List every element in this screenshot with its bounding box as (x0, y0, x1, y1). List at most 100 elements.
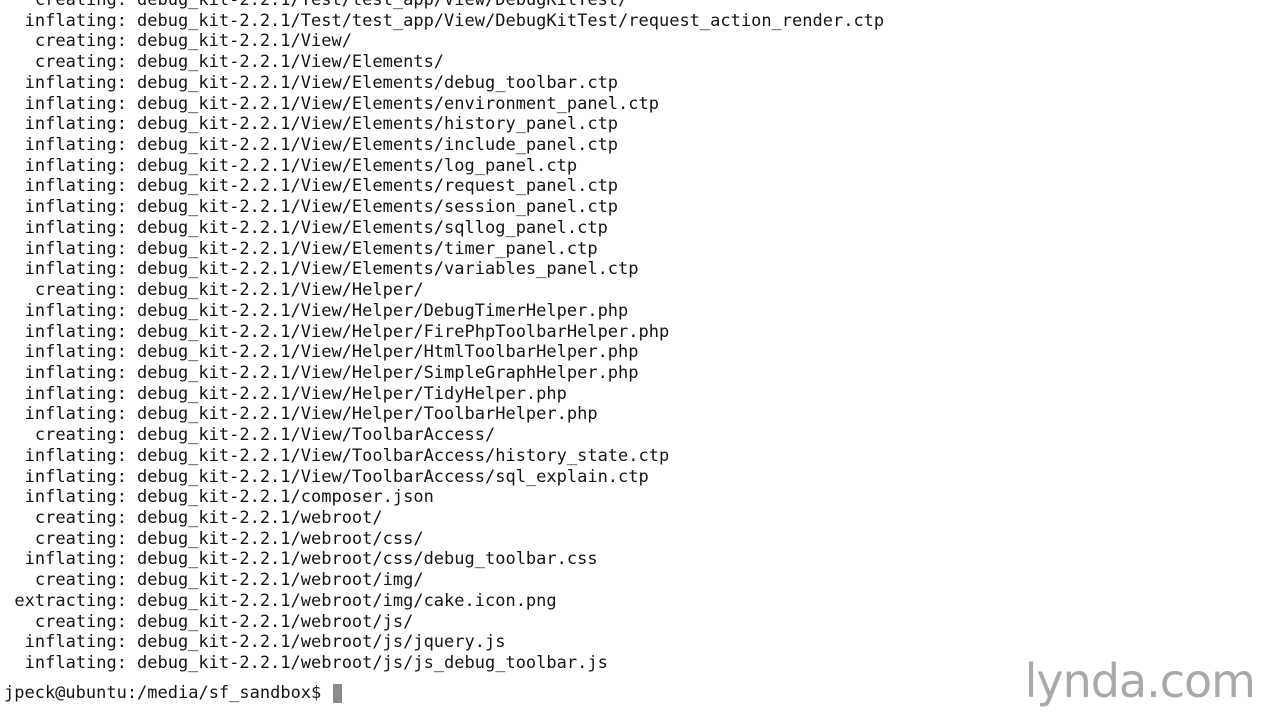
terminal-output-line: creating: debug_kit-2.2.1/View/ (0, 31, 884, 52)
terminal-output-line: inflating: debug_kit-2.2.1/View/Helper/To… (0, 404, 884, 425)
line-path: debug_kit-2.2.1/webroot/css/debug_toolba… (137, 549, 598, 570)
line-path: debug_kit-2.2.1/webroot/img/ (137, 570, 424, 591)
line-action: inflating: (24, 10, 127, 31)
terminal-output-line: creating: debug_kit-2.2.1/webroot/ (0, 508, 884, 529)
terminal-output-line: inflating: debug_kit-2.2.1/View/Elements/… (0, 259, 884, 280)
terminal-output-line: inflating: debug_kit-2.2.1/webroot/js/jqu… (0, 632, 884, 653)
terminal-output-line: inflating: debug_kit-2.2.1/View/ToolbarAc… (0, 467, 884, 488)
line-action: inflating: (24, 321, 127, 342)
terminal-output-line: inflating: debug_kit-2.2.1/View/Elements/… (0, 73, 884, 94)
line-action: creating: (34, 0, 127, 10)
line-action: extracting: (14, 590, 127, 611)
line-path: debug_kit-2.2.1/View/Helper/HtmlToolbarH… (137, 342, 639, 363)
line-action: inflating: (24, 238, 127, 259)
terminal-output-line: inflating: debug_kit-2.2.1/webroot/css/de… (0, 549, 884, 570)
line-action: inflating: (24, 445, 127, 466)
line-path: debug_kit-2.2.1/View/ (137, 31, 352, 52)
line-action: inflating: (24, 72, 127, 93)
line-action: inflating: (24, 653, 127, 673)
line-path: debug_kit-2.2.1/View/Elements/variables_… (137, 259, 639, 280)
line-path: debug_kit-2.2.1/webroot/js/jquery.js (137, 632, 506, 653)
line-path: debug_kit-2.2.1/View/ToolbarAccess/histo… (137, 445, 670, 466)
terminal-window[interactable]: creating: debug_kit-2.2.1/Test/test_app/V… (0, 0, 1279, 720)
terminal-output-line: inflating: debug_kit-2.2.1/View/Helper/Si… (0, 363, 884, 384)
terminal-output: creating: debug_kit-2.2.1/Test/test_app/V… (0, 0, 884, 684)
line-action: creating: (34, 611, 127, 632)
line-path: debug_kit-2.2.1/View/Elements/history_pa… (137, 114, 619, 135)
line-path: debug_kit-2.2.1/View/Elements/timer_pane… (137, 238, 598, 259)
terminal-output-line: inflating: debug_kit-2.2.1/View/Elements/… (0, 218, 884, 239)
line-action: inflating: (24, 93, 127, 114)
line-path: debug_kit-2.2.1/webroot/css/ (137, 528, 424, 549)
line-action: inflating: (24, 632, 127, 653)
terminal-output-line: inflating: debug_kit-2.2.1/View/Elements/… (0, 135, 884, 156)
line-path: debug_kit-2.2.1/View/Elements/request_pa… (137, 176, 619, 197)
line-path: debug_kit-2.2.1/View/Helper/FirePhpToolb… (137, 321, 670, 342)
line-action: creating: (34, 52, 127, 73)
line-path: debug_kit-2.2.1/Test/test_app/View/Debug… (137, 10, 885, 31)
terminal-output-line: creating: debug_kit-2.2.1/View/ToolbarAcc… (0, 425, 884, 446)
line-path: debug_kit-2.2.1/View/Helper/ (137, 280, 424, 301)
line-action: inflating: (24, 135, 127, 156)
terminal-output-line: inflating: debug_kit-2.2.1/View/Elements/… (0, 197, 884, 218)
line-action: inflating: (24, 383, 127, 404)
line-action: inflating: (24, 300, 127, 321)
line-path: debug_kit-2.2.1/View/Elements/session_pa… (137, 197, 619, 218)
terminal-output-line: inflating: debug_kit-2.2.1/Test/test_app/… (0, 10, 885, 32)
line-path: debug_kit-2.2.1/View/Elements/debug_tool… (137, 72, 619, 93)
terminal-output-line: inflating: debug_kit-2.2.1/View/Helper/Ti… (0, 384, 884, 405)
line-action: inflating: (24, 466, 127, 487)
line-path: debug_kit-2.2.1/View/Elements/log_panel.… (137, 155, 578, 176)
line-action: inflating: (24, 176, 127, 197)
terminal-output-line: inflating: debug_kit-2.2.1/View/Elements/… (0, 114, 884, 135)
line-path: debug_kit-2.2.1/webroot/js/js_debug_tool… (137, 653, 608, 673)
command-prompt[interactable]: jpeck@ubuntu:/media/sf_sandbox$ (4, 682, 343, 704)
line-action: inflating: (24, 362, 127, 383)
line-path: debug_kit-2.2.1/View/Elements/ (137, 52, 445, 73)
terminal-output-line: creating: debug_kit-2.2.1/View/Helper/ (0, 280, 884, 301)
line-path: debug_kit-2.2.1/webroot/ (137, 507, 383, 528)
line-action: inflating: (24, 197, 127, 218)
terminal-output-line: inflating: debug_kit-2.2.1/View/Helper/De… (0, 301, 884, 322)
terminal-output-line: inflating: debug_kit-2.2.1/View/Helper/Ht… (0, 342, 884, 363)
terminal-output-line: inflating: debug_kit-2.2.1/View/Elements/… (0, 94, 884, 115)
line-path: debug_kit-2.2.1/View/ToolbarAccess/ (137, 425, 496, 446)
terminal-output-line: creating: debug_kit-2.2.1/webroot/img/ (0, 570, 884, 591)
line-path: debug_kit-2.2.1/composer.json (137, 487, 434, 508)
line-path: debug_kit-2.2.1/View/Helper/DebugTimerHe… (137, 300, 629, 321)
line-action: inflating: (24, 549, 127, 570)
line-path: debug_kit-2.2.1/webroot/img/cake.icon.pn… (137, 590, 557, 611)
line-path: debug_kit-2.2.1/Test/test_app/View/Debug… (137, 0, 629, 10)
line-path: debug_kit-2.2.1/View/Elements/sqllog_pan… (137, 217, 608, 238)
line-path: debug_kit-2.2.1/View/Elements/environmen… (137, 93, 659, 114)
line-action: inflating: (24, 404, 127, 425)
line-action: creating: (34, 425, 127, 446)
line-path: debug_kit-2.2.1/View/Elements/include_pa… (137, 135, 619, 156)
prompt-text: jpeck@ubuntu:/media/sf_sandbox$ (4, 683, 322, 703)
text-cursor (333, 683, 343, 703)
terminal-output-line: inflating: debug_kit-2.2.1/webroot/js/js_… (0, 653, 884, 674)
line-action: inflating: (24, 487, 127, 508)
terminal-output-line: extracting: debug_kit-2.2.1/webroot/img/c… (0, 591, 884, 612)
line-path: debug_kit-2.2.1/View/ToolbarAccess/sql_e… (137, 466, 649, 487)
line-action: creating: (34, 570, 127, 591)
terminal-output-line: creating: debug_kit-2.2.1/Test/test_app/V… (0, 0, 884, 11)
terminal-output-line: creating: debug_kit-2.2.1/webroot/js/ (0, 612, 884, 633)
line-action: inflating: (24, 259, 127, 280)
line-action: inflating: (24, 155, 127, 176)
line-action: inflating: (24, 217, 127, 238)
line-path: debug_kit-2.2.1/webroot/js/ (137, 611, 414, 632)
line-path: debug_kit-2.2.1/View/Helper/TidyHelper.p… (137, 383, 567, 404)
terminal-output-line: inflating: debug_kit-2.2.1/View/Elements/… (0, 156, 884, 177)
line-action: creating: (34, 31, 127, 52)
line-action: creating: (34, 507, 127, 528)
terminal-output-line: creating: debug_kit-2.2.1/View/Elements/ (0, 52, 884, 73)
line-action: creating: (34, 280, 127, 301)
terminal-output-line: inflating: debug_kit-2.2.1/View/ToolbarAc… (0, 446, 884, 467)
terminal-output-line: inflating: debug_kit-2.2.1/View/Elements/… (0, 239, 884, 260)
line-path: debug_kit-2.2.1/View/Helper/SimpleGraphH… (137, 362, 639, 383)
line-action: inflating: (24, 114, 127, 135)
terminal-output-line: inflating: debug_kit-2.2.1/View/Elements/… (0, 176, 884, 197)
terminal-output-line: creating: debug_kit-2.2.1/webroot/css/ (0, 529, 884, 550)
terminal-output-line: inflating: debug_kit-2.2.1/composer.json (0, 487, 884, 508)
